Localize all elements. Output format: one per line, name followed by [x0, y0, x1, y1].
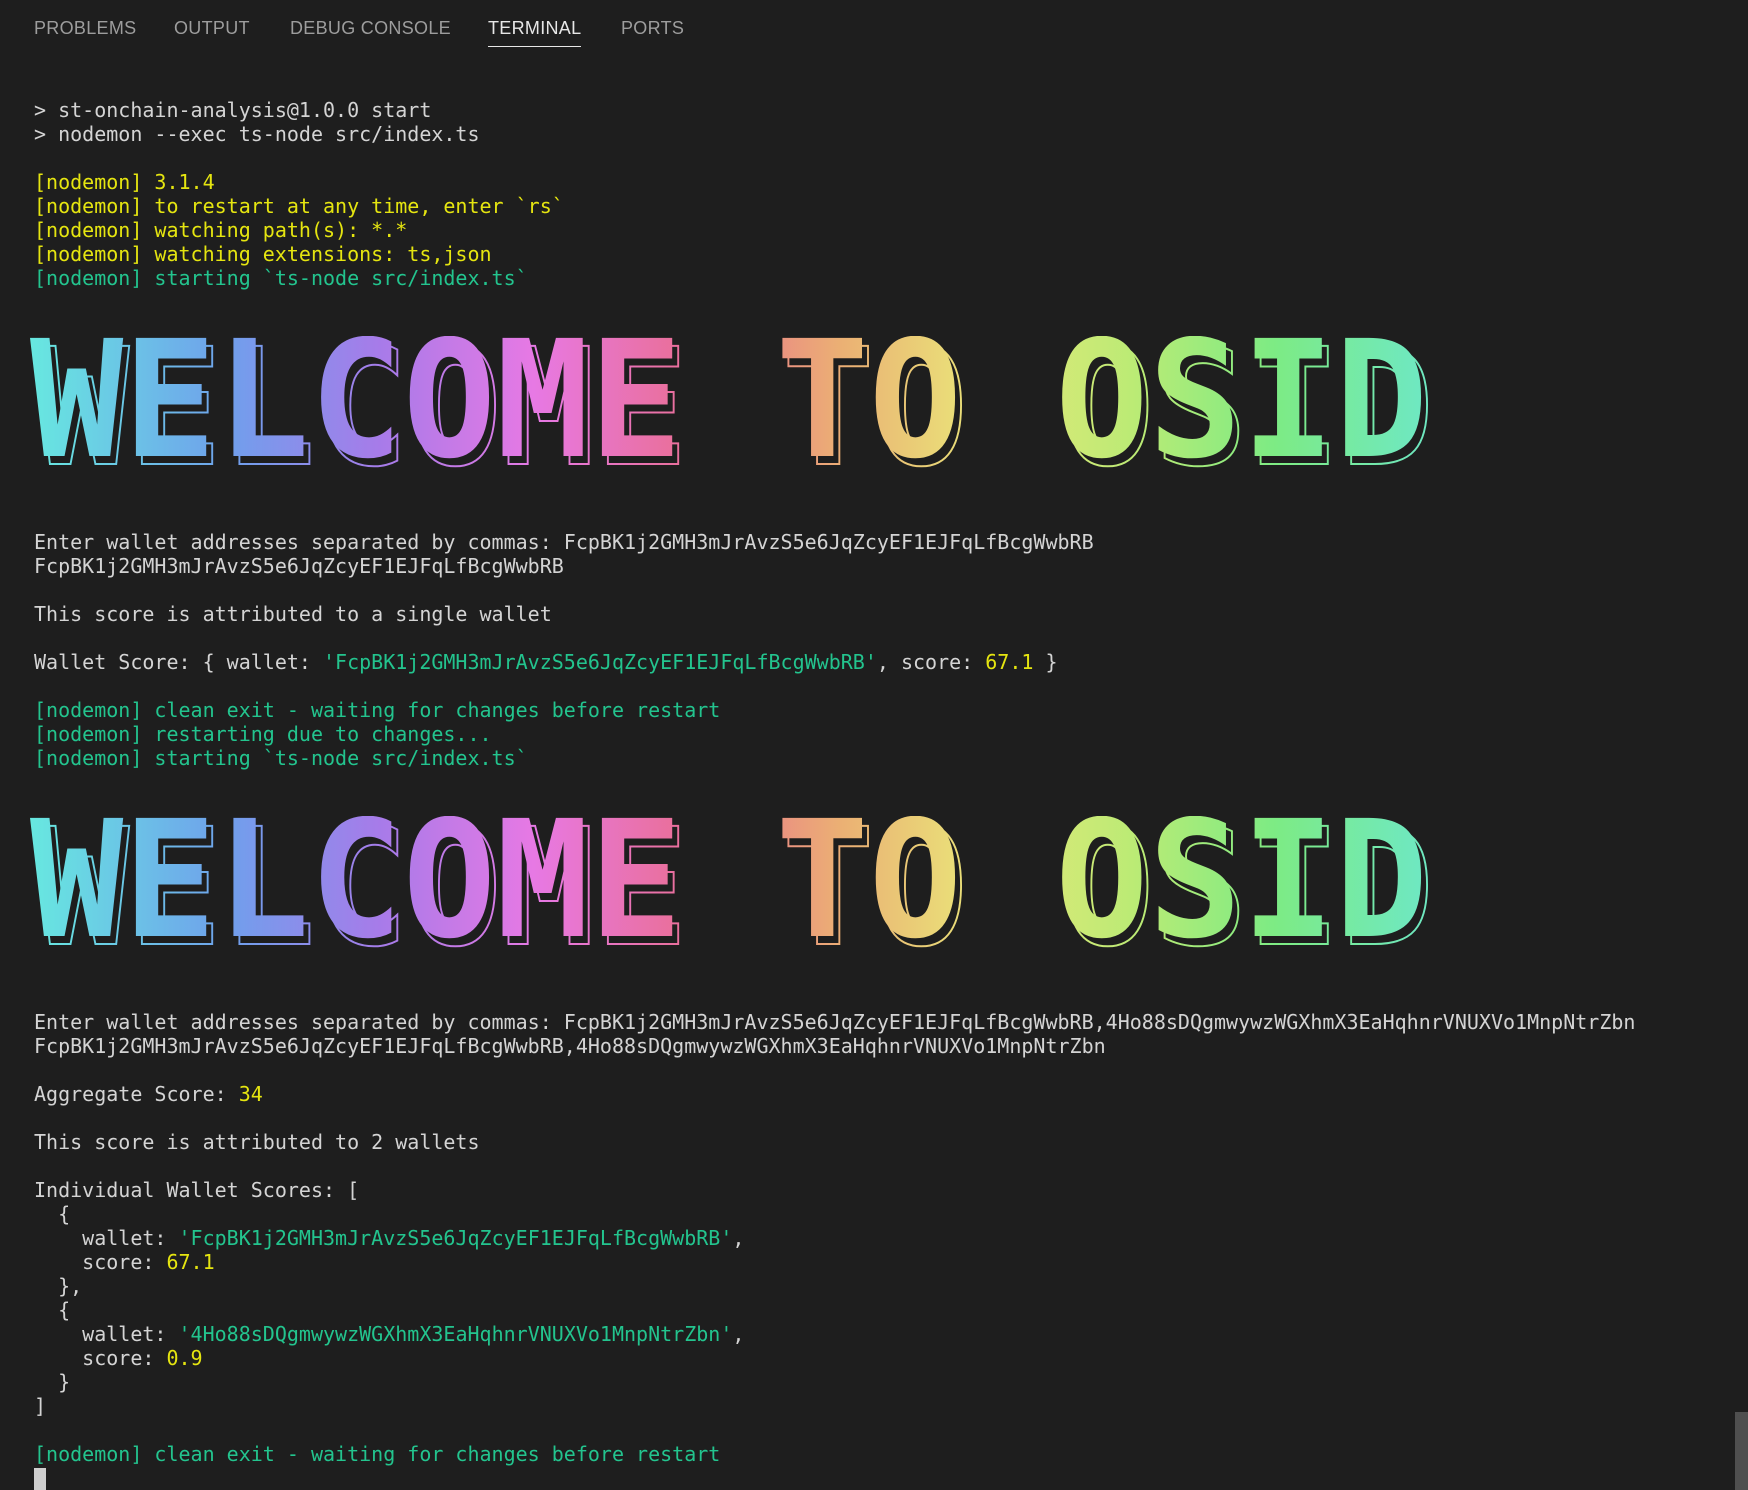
- nodemon-clean-exit: [nodemon] clean exit - waiting for chang…: [34, 698, 721, 722]
- nodemon-watch-extensions: [nodemon] watching extensions: ts,json: [34, 242, 492, 266]
- panel-tab-bar: PROBLEMS OUTPUT DEBUG CONSOLE TERMINAL P…: [0, 0, 1748, 58]
- score-value-1: 67.1: [166, 1250, 215, 1274]
- aggregate-score-line: Aggregate Score: 34: [34, 1082, 263, 1106]
- welcome-banner-2: WELCOME TO OSID WELCOME TO OSID: [30, 816, 1450, 956]
- nodemon-restart-hint: [nodemon] to restart at any time, enter …: [34, 194, 564, 218]
- welcome-banner: WELCOME TO OSID WELCOME TO OSID: [30, 336, 1450, 476]
- wallet-echo: FcpBK1j2GMH3mJrAvzS5e6JqZcyEF1EJFqLfBcgW…: [34, 554, 564, 578]
- wallet-comma-2: ,: [732, 1322, 745, 1346]
- terminal-panel: PROBLEMS OUTPUT DEBUG CONSOLE TERMINAL P…: [0, 0, 1748, 1490]
- wallet-entry-2: wallet: '4Ho88sDQgmwywzWGXhmX3EaHqhnrVNU…: [34, 1322, 744, 1346]
- wallet-prompt: Enter wallet addresses separated by comm…: [34, 530, 1094, 554]
- npm-start-line: > st-onchain-analysis@1.0.0 start: [34, 98, 432, 122]
- tab-output[interactable]: OUTPUT: [174, 18, 250, 39]
- wallet-score-suffix: }: [1033, 650, 1058, 674]
- object-open-2: {: [34, 1298, 71, 1322]
- banner-text: WELCOME TO OSID: [30, 336, 1428, 476]
- welcome-banner-art-2: WELCOME TO OSID WELCOME TO OSID: [30, 816, 1435, 956]
- object-close-1: },: [34, 1274, 83, 1298]
- nodemon-restarting: [nodemon] restarting due to changes...: [34, 722, 492, 746]
- terminal-cursor: [34, 1468, 46, 1490]
- attribution-line-2: This score is attributed to 2 wallets: [34, 1130, 480, 1154]
- wallet-entry-1: wallet: 'FcpBK1j2GMH3mJrAvzS5e6JqZcyEF1E…: [34, 1226, 744, 1250]
- nodemon-starting: [nodemon] starting `ts-node src/index.ts…: [34, 266, 528, 290]
- wallet-score-mid: , score:: [876, 650, 986, 674]
- attribution-line: This score is attributed to a single wal…: [34, 602, 552, 626]
- wallet-score-value: 67.1: [985, 650, 1034, 674]
- welcome-banner-art: WELCOME TO OSID WELCOME TO OSID: [30, 336, 1435, 476]
- nodemon-version: [nodemon] 3.1.4: [34, 170, 215, 194]
- array-close: ]: [34, 1394, 47, 1418]
- object-close-2: }: [34, 1370, 71, 1394]
- terminal-output[interactable]: > st-onchain-analysis@1.0.0 start > node…: [0, 58, 1748, 1490]
- score-value-2: 0.9: [166, 1346, 203, 1370]
- tab-debug-console[interactable]: DEBUG CONSOLE: [290, 18, 451, 39]
- nodemon-clean-exit-2: [nodemon] clean exit - waiting for chang…: [34, 1442, 721, 1466]
- active-tab-indicator: [488, 46, 582, 47]
- individual-scores-header: Individual Wallet Scores: [: [34, 1178, 360, 1202]
- wallet-echo-2: FcpBK1j2GMH3mJrAvzS5e6JqZcyEF1EJFqLfBcgW…: [34, 1034, 1106, 1058]
- wallet-address-2: '4Ho88sDQgmwywzWGXhmX3EaHqhnrVNUXVo1MnpN…: [178, 1322, 733, 1346]
- score-label-1: score:: [34, 1250, 167, 1274]
- wallet-label-2: wallet:: [34, 1322, 179, 1346]
- wallet-label-1: wallet:: [34, 1226, 179, 1250]
- tab-terminal[interactable]: TERMINAL: [488, 18, 582, 47]
- score-entry-2: score: 0.9: [34, 1346, 203, 1370]
- wallet-prompt-2: Enter wallet addresses separated by comm…: [34, 1010, 1636, 1034]
- tab-problems[interactable]: PROBLEMS: [34, 18, 136, 39]
- wallet-comma-1: ,: [732, 1226, 745, 1250]
- tab-terminal-label: TERMINAL: [488, 18, 582, 38]
- npm-command-line: > nodemon --exec ts-node src/index.ts: [34, 122, 480, 146]
- wallet-score-address: 'FcpBK1j2GMH3mJrAvzS5e6JqZcyEF1EJFqLfBcg…: [322, 650, 877, 674]
- nodemon-watch-paths: [nodemon] watching path(s): *.*: [34, 218, 408, 242]
- wallet-score-prefix: Wallet Score: { wallet:: [34, 650, 323, 674]
- object-open-1: {: [34, 1202, 71, 1226]
- wallet-address-1: 'FcpBK1j2GMH3mJrAvzS5e6JqZcyEF1EJFqLfBcg…: [178, 1226, 733, 1250]
- nodemon-starting-2: [nodemon] starting `ts-node src/index.ts…: [34, 746, 528, 770]
- banner-text-2: WELCOME TO OSID: [30, 816, 1428, 956]
- aggregate-score-value: 34: [238, 1082, 263, 1106]
- tab-ports[interactable]: PORTS: [621, 18, 684, 39]
- aggregate-score-label: Aggregate Score:: [34, 1082, 239, 1106]
- wallet-score-line: Wallet Score: { wallet: 'FcpBK1j2GMH3mJr…: [34, 650, 1058, 674]
- scrollbar-thumb[interactable]: [1735, 1412, 1748, 1490]
- score-label-2: score:: [34, 1346, 167, 1370]
- score-entry-1: score: 67.1: [34, 1250, 215, 1274]
